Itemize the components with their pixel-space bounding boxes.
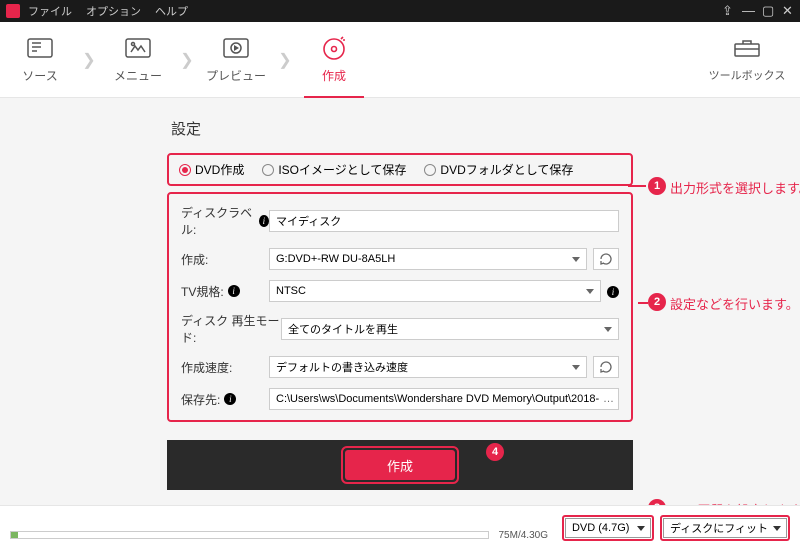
info-icon[interactable]: i: [259, 215, 269, 227]
settings-title: 設定: [167, 112, 633, 153]
chevron-icon: ❯: [80, 22, 98, 98]
menu-icon: [125, 35, 151, 61]
radio-iso-label: ISOイメージとして保存: [278, 161, 406, 178]
close-icon[interactable]: ✕: [782, 5, 794, 17]
tab-toolbox-label: ツールボックス: [709, 67, 786, 83]
label-speed: 作成速度:: [181, 359, 269, 376]
source-icon: [27, 35, 53, 61]
burn-bar: 作成: [167, 440, 633, 490]
settings-fields: ディスクラベル:i 作成: G:DVD+-RW DU-8A5LH TV規格:i …: [167, 192, 633, 422]
radio-iso[interactable]: ISOイメージとして保存: [262, 161, 406, 178]
callout-badge-2: 2: [648, 293, 666, 311]
tab-create[interactable]: 作成: [294, 22, 374, 98]
callout-badge-4: 4: [486, 443, 504, 461]
radio-folder[interactable]: DVDフォルダとして保存: [424, 161, 573, 178]
tab-preview-label: プレビュー: [206, 67, 266, 84]
burn-button-outline: 作成: [341, 446, 459, 484]
speed-select[interactable]: デフォルトの書き込み速度: [269, 356, 587, 378]
toolbox-icon: [733, 36, 761, 63]
menu-file[interactable]: ファイル: [28, 3, 72, 19]
bottombar: 75M/4.30G DVD (4.7G) ディスクにフィット: [0, 505, 800, 549]
settings-panel: 設定 DVD作成 ISOイメージとして保存 DVDフォルダとして保存 ディスクラ…: [167, 112, 633, 483]
chevron-icon: ❯: [178, 22, 196, 98]
saveto-path[interactable]: C:\Users\ws\Documents\Wondershare DVD Me…: [269, 388, 619, 410]
callout-text-1: 出力形式を選択します。: [670, 178, 800, 197]
tab-menu[interactable]: メニュー: [98, 22, 178, 98]
tabbar: ソース ❯ メニュー ❯ プレビュー ❯ 作成 ツールボックス: [0, 22, 800, 98]
quality-fit-select[interactable]: ディスクにフィット: [663, 518, 787, 538]
maximize-icon[interactable]: ▢: [762, 5, 774, 17]
callout-badge-1: 1: [648, 177, 666, 195]
label-saveto: 保存先:i: [181, 391, 269, 408]
menu-help[interactable]: ヘルプ: [155, 3, 188, 19]
info-icon[interactable]: i: [224, 393, 236, 405]
menu-option[interactable]: オプション: [86, 3, 141, 19]
refresh-speed-button[interactable]: [593, 356, 619, 378]
size-progress: [10, 531, 489, 539]
label-disclabel: ディスクラベル:i: [181, 204, 269, 238]
tab-source[interactable]: ソース: [0, 22, 80, 98]
disc-size-select[interactable]: DVD (4.7G): [565, 518, 651, 538]
disclabel-input[interactable]: [269, 210, 619, 232]
callout-connector: [638, 302, 648, 304]
radio-folder-label: DVDフォルダとして保存: [440, 161, 573, 178]
drive-select[interactable]: G:DVD+-RW DU-8A5LH: [269, 248, 587, 270]
tab-preview[interactable]: プレビュー: [196, 22, 276, 98]
tab-toolbox[interactable]: ツールボックス: [702, 36, 792, 83]
refresh-drive-button[interactable]: [593, 248, 619, 270]
info-icon[interactable]: i: [228, 285, 240, 297]
preview-icon: [223, 35, 249, 61]
app-logo: [6, 4, 20, 18]
size-text: 75M/4.30G: [499, 530, 548, 541]
radio-dvd-label: DVD作成: [195, 161, 244, 178]
tab-create-label: 作成: [322, 67, 346, 84]
info-icon[interactable]: i: [607, 286, 619, 298]
chevron-icon: ❯: [276, 22, 294, 98]
output-format-row: DVD作成 ISOイメージとして保存 DVDフォルダとして保存: [167, 153, 633, 186]
tvstd-select[interactable]: NTSC: [269, 280, 601, 302]
pin-icon[interactable]: ⇪: [722, 5, 734, 17]
label-playmode: ディスク 再生モード:: [181, 312, 281, 346]
label-create: 作成:: [181, 251, 269, 268]
label-tvstd: TV規格:i: [181, 283, 269, 300]
callout-text-2: 設定などを行います。: [670, 294, 799, 313]
playmode-select[interactable]: 全てのタイトルを再生: [281, 318, 619, 340]
callout-connector: [628, 185, 646, 187]
minimize-icon[interactable]: —: [742, 5, 754, 17]
create-icon: [321, 35, 347, 61]
tab-menu-label: メニュー: [114, 67, 162, 84]
burn-button[interactable]: 作成: [345, 450, 455, 480]
radio-dvd[interactable]: DVD作成: [179, 161, 244, 178]
titlebar: ファイル オプション ヘルプ ⇪ — ▢ ✕: [0, 0, 800, 22]
tab-source-label: ソース: [22, 67, 57, 84]
